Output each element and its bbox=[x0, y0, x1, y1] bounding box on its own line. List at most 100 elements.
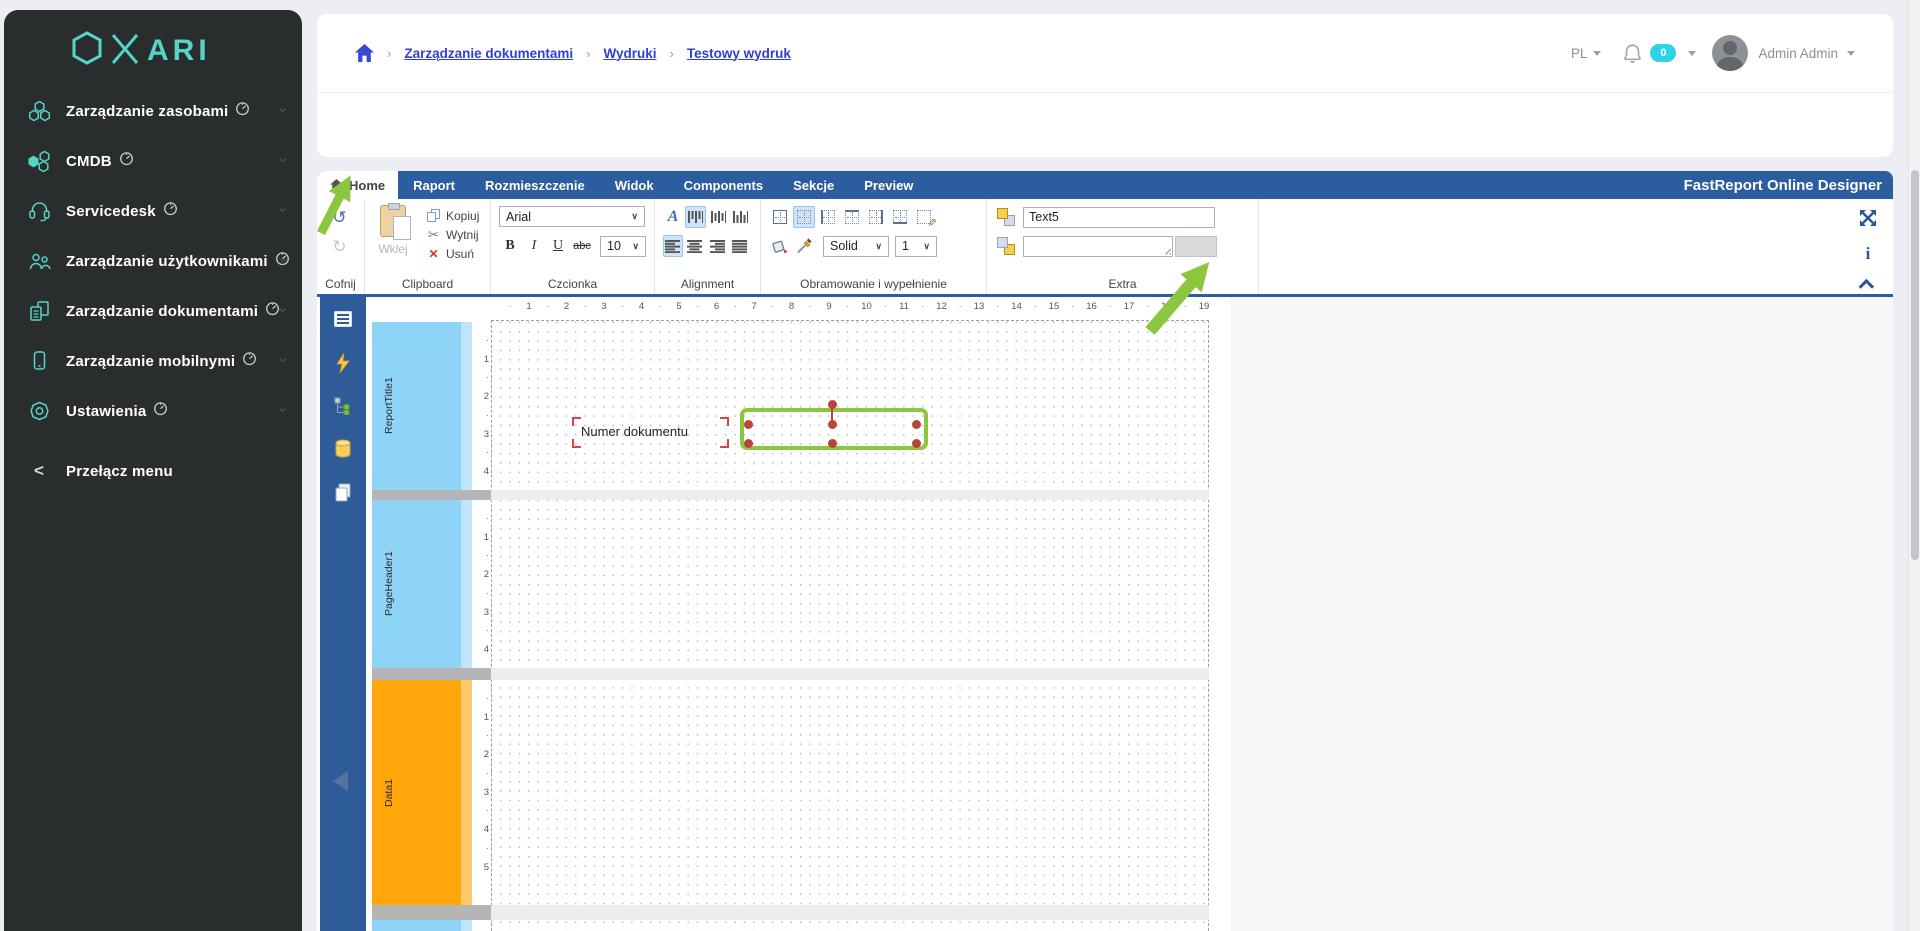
resize-handle[interactable] bbox=[911, 419, 921, 429]
collapse-panel-icon[interactable] bbox=[333, 771, 348, 791]
align-left-button[interactable] bbox=[663, 235, 684, 257]
italic-button[interactable]: I bbox=[523, 235, 545, 257]
band-separator[interactable] bbox=[372, 668, 491, 680]
border-bottom-button[interactable] bbox=[889, 206, 911, 228]
font-family-value: Arial bbox=[506, 209, 532, 224]
underline-label: U bbox=[552, 238, 564, 253]
application-window: ARI Zarządzanie zasobami ⌄ CMDB ⌄ Servic… bbox=[0, 0, 1920, 931]
properties-panel-button[interactable] bbox=[320, 311, 366, 327]
pages-panel-button[interactable] bbox=[320, 483, 366, 502]
expression-button[interactable] bbox=[1175, 235, 1217, 257]
underline-button[interactable]: U bbox=[547, 235, 569, 257]
border-all-button[interactable] bbox=[769, 206, 791, 228]
scrollbar-thumb[interactable] bbox=[1911, 170, 1919, 560]
users-icon bbox=[26, 249, 52, 273]
element-name-input[interactable] bbox=[1023, 206, 1215, 228]
fullscreen-button[interactable] bbox=[1857, 207, 1879, 229]
fill-color-button[interactable] bbox=[769, 235, 791, 257]
fastreport-designer: Home Raport Rozmieszczenie Widok Components S… bbox=[317, 171, 1893, 931]
oxari-logo-icon: ARI bbox=[72, 31, 207, 67]
avatar[interactable] bbox=[1712, 35, 1749, 71]
tab-widok[interactable]: Widok bbox=[600, 171, 669, 199]
resize-handle[interactable] bbox=[743, 438, 753, 448]
info-button[interactable]: i bbox=[1857, 243, 1879, 265]
band-ruler-tick: 3 bbox=[483, 786, 489, 798]
band-ruler-tick: 3 bbox=[483, 428, 489, 440]
chevron-down-icon[interactable] bbox=[1593, 50, 1602, 56]
collapse-ribbon-button[interactable] bbox=[1857, 273, 1879, 295]
band-strip-partial[interactable] bbox=[372, 920, 461, 931]
font-color-button[interactable]: A bbox=[663, 206, 683, 228]
band-separator[interactable] bbox=[372, 490, 491, 500]
font-size-select[interactable]: 10 ∨ bbox=[600, 235, 646, 257]
delete-button[interactable]: ✕ Usuń bbox=[425, 244, 479, 263]
report-tree-button[interactable] bbox=[320, 397, 366, 415]
bold-button[interactable]: B bbox=[499, 235, 521, 257]
notification-badge[interactable]: 0 bbox=[1650, 44, 1677, 62]
user-name[interactable]: Admin Admin bbox=[1758, 46, 1838, 61]
border-right-button[interactable] bbox=[865, 206, 887, 228]
events-panel-button[interactable] bbox=[320, 353, 366, 373]
undo-group-label: Cofnij bbox=[325, 277, 356, 291]
border-left-button[interactable] bbox=[817, 206, 839, 228]
tab-raport[interactable]: Raport bbox=[398, 171, 470, 199]
sidebar-item-4[interactable]: Zarządzanie dokumentami ⌄ bbox=[4, 286, 302, 336]
border-draw-button[interactable]: ✎ bbox=[913, 206, 937, 228]
page-scrollbar[interactable] bbox=[1908, 0, 1920, 931]
tab-home[interactable]: Home bbox=[317, 171, 399, 199]
send-backward-button[interactable] bbox=[995, 235, 1017, 257]
tab-components[interactable]: Components bbox=[669, 171, 778, 199]
align-center-button[interactable] bbox=[685, 235, 705, 257]
rotation-handle[interactable] bbox=[827, 399, 837, 409]
report-text-element[interactable]: Numer dokumentu bbox=[572, 417, 729, 448]
cut-button[interactable]: ✂ Wytnij bbox=[425, 225, 479, 244]
gauge-icon bbox=[242, 351, 257, 371]
sidebar-item-2[interactable]: Servicedesk ⌄ bbox=[4, 186, 302, 236]
ruler-half-tick: · bbox=[621, 301, 625, 312]
sidebar-item-0[interactable]: Zarządzanie zasobami ⌄ bbox=[4, 86, 302, 136]
border-brush-button[interactable] bbox=[793, 235, 815, 257]
sidebar-item-1[interactable]: CMDB ⌄ bbox=[4, 136, 302, 186]
band-separator[interactable] bbox=[372, 905, 491, 920]
breadcrumb-link-printouts[interactable]: Wydruki bbox=[603, 46, 656, 61]
chevron-down-icon[interactable] bbox=[1688, 50, 1697, 56]
bell-icon[interactable] bbox=[1623, 43, 1642, 63]
breadcrumb-current-page[interactable]: Testowy wydruk bbox=[687, 46, 791, 61]
paste-button[interactable]: Wklej bbox=[373, 203, 413, 267]
chevron-down-icon[interactable] bbox=[1847, 50, 1855, 56]
valign-center-button[interactable] bbox=[708, 206, 728, 228]
copy-button[interactable]: Kopiuj bbox=[425, 206, 479, 225]
tab-rozmieszczenie[interactable]: Rozmieszczenie bbox=[470, 171, 600, 199]
home-icon[interactable] bbox=[355, 44, 374, 62]
report-canvas[interactable]: · 1 · 2 · 3 · 4 · 5 · 6 · 7 · 8 · 9 · 10 · 11 · 12 · 13 · 14 · 15 · 16 ·… bbox=[317, 297, 1893, 931]
tab-preview[interactable]: Preview bbox=[849, 171, 928, 199]
breadcrumb-link-documents[interactable]: Zarządzanie dokumentami bbox=[404, 46, 573, 61]
font-group: Arial ∨ B I U abc 10 ∨ Czcionka bbox=[491, 199, 655, 294]
border-width-select[interactable]: 1 ∨ bbox=[895, 235, 937, 257]
valign-bottom-button[interactable] bbox=[730, 206, 750, 228]
bring-forward-button[interactable] bbox=[995, 206, 1017, 228]
sidebar-item-3[interactable]: Zarządzanie użytkownikami ⌄ bbox=[4, 236, 302, 286]
tab-sekcje[interactable]: Sekcje bbox=[778, 171, 849, 199]
resize-handle[interactable] bbox=[911, 438, 921, 448]
resize-handle[interactable] bbox=[827, 438, 837, 448]
border-top-button[interactable] bbox=[841, 206, 863, 228]
valign-top-button[interactable] bbox=[685, 206, 706, 228]
align-justify-button[interactable] bbox=[730, 235, 750, 257]
resize-handle[interactable] bbox=[743, 419, 753, 429]
undo-button[interactable]: ↺ bbox=[329, 206, 351, 228]
border-none-button[interactable] bbox=[793, 206, 815, 228]
align-right-button[interactable] bbox=[708, 235, 728, 257]
border-style-select[interactable]: Solid ∨ bbox=[823, 235, 889, 257]
sidebar-item-5[interactable]: Zarządzanie mobilnymi ⌄ bbox=[4, 336, 302, 386]
sidebar-toggle[interactable]: < Przełącz menu bbox=[4, 446, 302, 496]
redo-button[interactable]: ↻ bbox=[329, 235, 351, 257]
data-panel-button[interactable] bbox=[320, 439, 366, 459]
font-family-select[interactable]: Arial ∨ bbox=[499, 206, 645, 227]
sidebar-item-6[interactable]: Ustawienia ⌄ bbox=[4, 386, 302, 436]
strikethrough-button[interactable]: abc bbox=[571, 235, 593, 257]
resize-handle[interactable] bbox=[827, 419, 837, 429]
expression-input[interactable] bbox=[1023, 235, 1173, 257]
ruler-tick: 4 bbox=[638, 301, 645, 312]
language-selector[interactable]: PL bbox=[1571, 46, 1588, 61]
